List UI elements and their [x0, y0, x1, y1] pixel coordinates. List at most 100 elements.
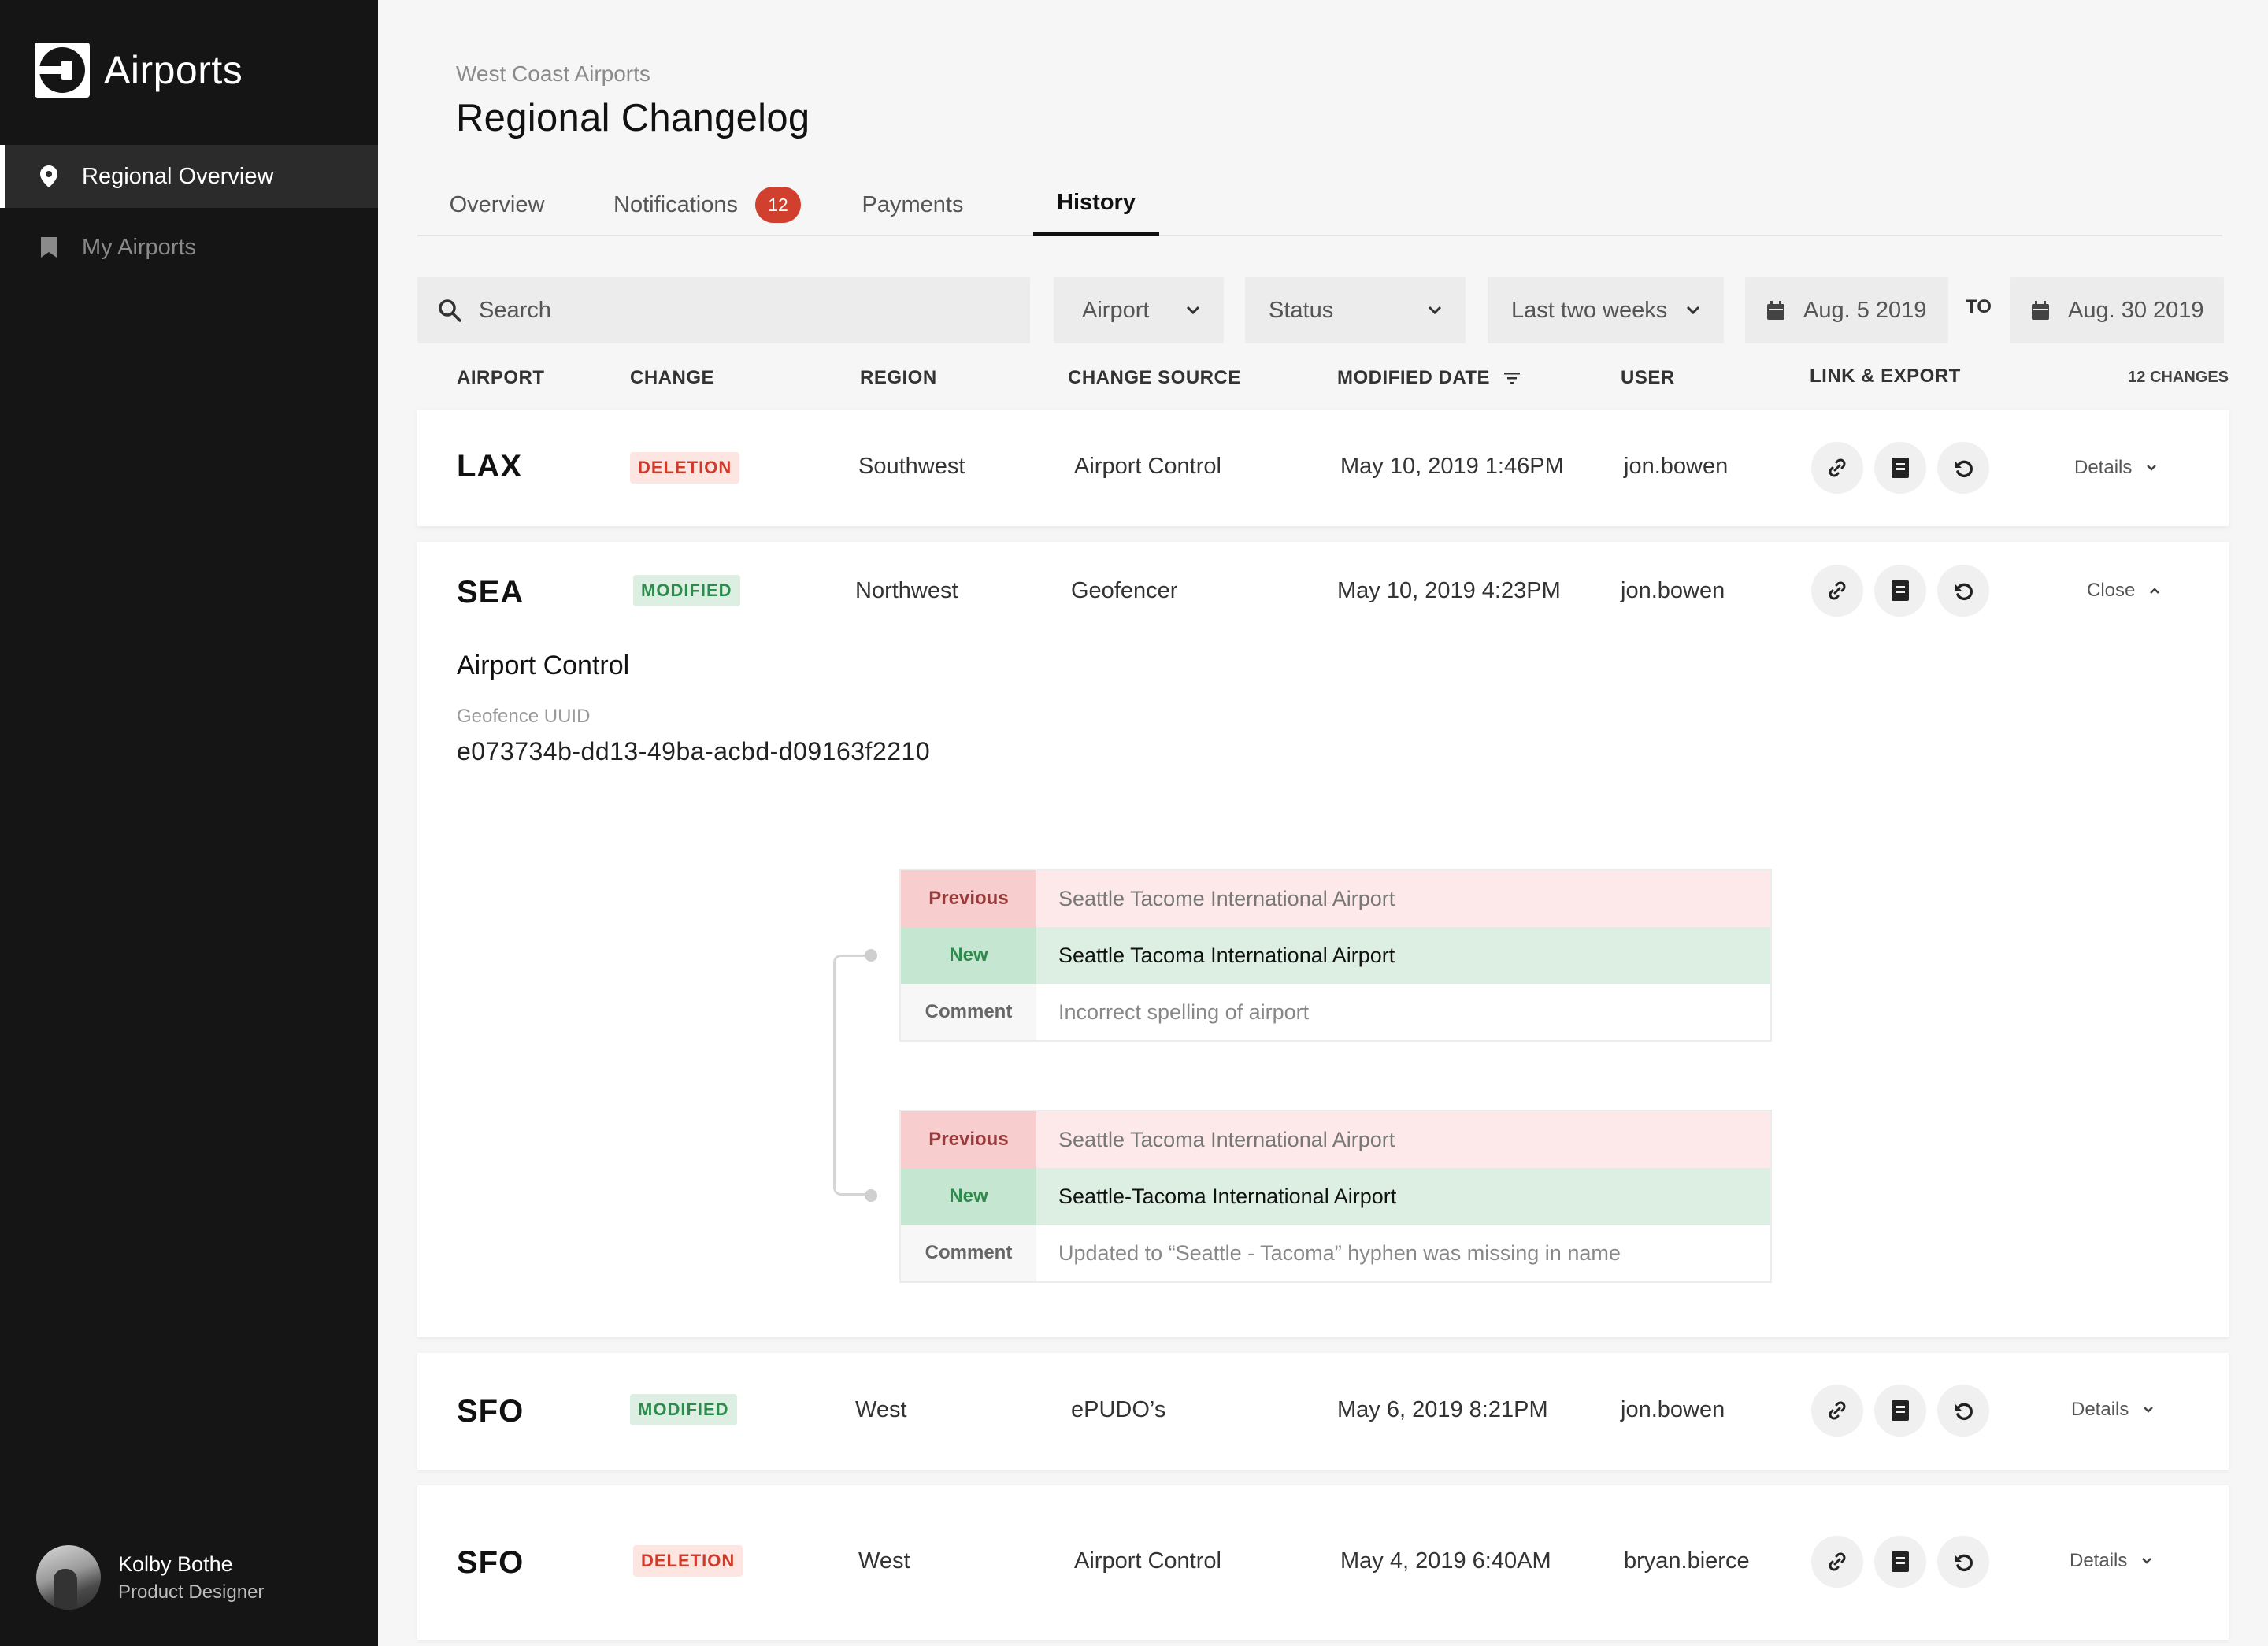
previous-value: Seattle Tacoma International Airport	[1036, 1111, 1770, 1168]
airport-code: SFO	[457, 1545, 524, 1580]
change-connector-line	[833, 955, 871, 1196]
date-range-select[interactable]: Last two weeks	[1488, 277, 1724, 343]
tab-payments[interactable]: Payments	[855, 173, 970, 236]
undo-icon	[1955, 583, 1973, 601]
airport-code: LAX	[457, 449, 522, 484]
modified-date-cell: May 10, 2019 4:23PM	[1337, 578, 1561, 603]
column-header-airport[interactable]: AIRPORT	[457, 367, 545, 389]
column-header-region[interactable]: REGION	[860, 367, 937, 389]
region-cell: Southwest	[858, 454, 965, 479]
date-to-value: Aug. 30 2019	[2068, 297, 2204, 323]
link-button[interactable]	[1811, 1536, 1863, 1588]
export-button[interactable]	[1874, 442, 1926, 494]
tab-overview[interactable]: Overview	[441, 173, 553, 236]
revert-button[interactable]	[1937, 565, 1989, 617]
close-toggle[interactable]: Close	[2087, 580, 2160, 602]
user-card[interactable]: Kolby Bothe Product Designer	[36, 1545, 264, 1610]
export-button[interactable]	[1874, 565, 1926, 617]
column-header-user[interactable]: USER	[1621, 367, 1675, 389]
link-icon	[1829, 1552, 1846, 1571]
region-cell: West	[858, 1548, 910, 1574]
region-cell: Northwest	[855, 578, 958, 603]
chevron-down-icon	[2147, 465, 2157, 471]
comment-row: Comment Incorrect spelling of airport	[901, 984, 1770, 1040]
table-row[interactable]: LAX DELETION Southwest Airport Control M…	[417, 410, 2229, 526]
previous-value-row: Previous Seattle Tacoma International Ai…	[901, 1111, 1770, 1168]
connector-dot	[865, 1189, 877, 1202]
comment-row: Comment Updated to “Seattle - Tacoma” hy…	[901, 1225, 1770, 1281]
page-title: Regional Changelog	[456, 97, 810, 139]
chevron-down-icon	[2144, 1407, 2154, 1413]
main-content: West Coast Airports Regional Changelog O…	[378, 0, 2268, 1646]
details-toggle[interactable]: Details	[2070, 1550, 2152, 1572]
user-name: Kolby Bothe	[118, 1551, 233, 1576]
user-cell: jon.bowen	[1621, 1397, 1725, 1422]
calendar-icon	[1767, 301, 1784, 320]
brand[interactable]: Airports	[35, 43, 243, 98]
link-button[interactable]	[1811, 565, 1863, 617]
table-row[interactable]: SFO DELETION West Airport Control May 4,…	[417, 1485, 2229, 1640]
sidebar-item-my-airports[interactable]: My Airports	[0, 216, 378, 279]
export-button[interactable]	[1874, 1385, 1926, 1437]
revert-button[interactable]	[1937, 1385, 1989, 1437]
modified-date-cell: May 4, 2019 6:40AM	[1340, 1548, 1551, 1574]
chevron-up-icon	[2150, 588, 2160, 594]
previous-value-row: Previous Seattle Tacome International Ai…	[901, 870, 1770, 927]
bookmark-icon	[38, 236, 60, 258]
table-row[interactable]: SFO MODIFIED West ePUDO’s May 6, 2019 8:…	[417, 1353, 2229, 1470]
column-header-modified-date[interactable]: MODIFIED DATE	[1337, 367, 1521, 389]
previous-label: Previous	[901, 1111, 1036, 1168]
change-type-badge: MODIFIED	[633, 575, 740, 606]
airport-filter-select[interactable]: Airport	[1054, 277, 1224, 343]
link-button[interactable]	[1811, 442, 1863, 494]
date-from-value: Aug. 5 2019	[1803, 297, 1927, 323]
airport-code: SEA	[457, 575, 524, 610]
avatar	[36, 1545, 101, 1610]
tab-bar: Overview Notifications 12 Payments Histo…	[417, 173, 2222, 236]
column-header-change-source[interactable]: CHANGE SOURCE	[1068, 367, 1241, 389]
location-pin-icon	[38, 165, 60, 187]
chevron-down-icon	[2142, 1558, 2152, 1564]
search-placeholder: Search	[479, 297, 551, 323]
change-type-badge: DELETION	[633, 1545, 743, 1577]
document-icon	[1892, 1551, 1909, 1572]
revert-button[interactable]	[1937, 1536, 1989, 1588]
status-filter-select[interactable]: Status	[1245, 277, 1466, 343]
change-source-cell: Airport Control	[1074, 454, 1221, 479]
user-cell: bryan.bierce	[1624, 1548, 1750, 1574]
details-toggle[interactable]: Details	[2074, 457, 2157, 479]
sort-filter-icon[interactable]	[1504, 372, 1521, 384]
new-label: New	[901, 927, 1036, 984]
date-to-picker[interactable]: Aug. 30 2019	[2010, 277, 2224, 343]
sidebar: Airports Regional Overview My Airports K…	[0, 0, 378, 1646]
undo-icon	[1955, 1403, 1973, 1421]
date-from-picker[interactable]: Aug. 5 2019	[1745, 277, 1948, 343]
search-input[interactable]: Search	[417, 277, 1030, 343]
user-cell: jon.bowen	[1621, 578, 1725, 603]
chevron-down-icon	[1428, 306, 1442, 315]
new-value-row: New Seattle-Tacoma International Airport	[901, 1168, 1770, 1225]
breadcrumb[interactable]: West Coast Airports	[456, 61, 650, 87]
comment-label: Comment	[901, 1225, 1036, 1281]
column-header-change[interactable]: CHANGE	[630, 367, 714, 389]
change-diff-table: Previous Seattle Tacoma International Ai…	[899, 1110, 1772, 1283]
link-icon	[1829, 1401, 1846, 1420]
chevron-down-icon	[1686, 306, 1700, 315]
link-button[interactable]	[1811, 1385, 1863, 1437]
sidebar-item-regional-overview[interactable]: Regional Overview	[0, 145, 378, 208]
revert-button[interactable]	[1937, 442, 1989, 494]
tab-history[interactable]: History	[1033, 173, 1159, 236]
details-toggle[interactable]: Details	[2071, 1399, 2154, 1421]
new-value-row: New Seattle Tacoma International Airport	[901, 927, 1770, 984]
tab-notifications[interactable]: Notifications 12	[592, 173, 822, 236]
uuid-label: Geofence UUID	[457, 706, 591, 727]
export-button[interactable]	[1874, 1536, 1926, 1588]
sidebar-item-label: Regional Overview	[82, 163, 274, 189]
user-cell: jon.bowen	[1624, 454, 1729, 479]
region-cell: West	[855, 1397, 907, 1422]
change-source-cell: Airport Control	[1074, 1548, 1221, 1574]
new-value: Seattle Tacoma International Airport	[1036, 927, 1770, 984]
previous-label: Previous	[901, 870, 1036, 927]
date-range-to-label: TO	[1966, 296, 1992, 317]
column-header-link-export: LINK & EXPORT	[1810, 365, 1961, 387]
